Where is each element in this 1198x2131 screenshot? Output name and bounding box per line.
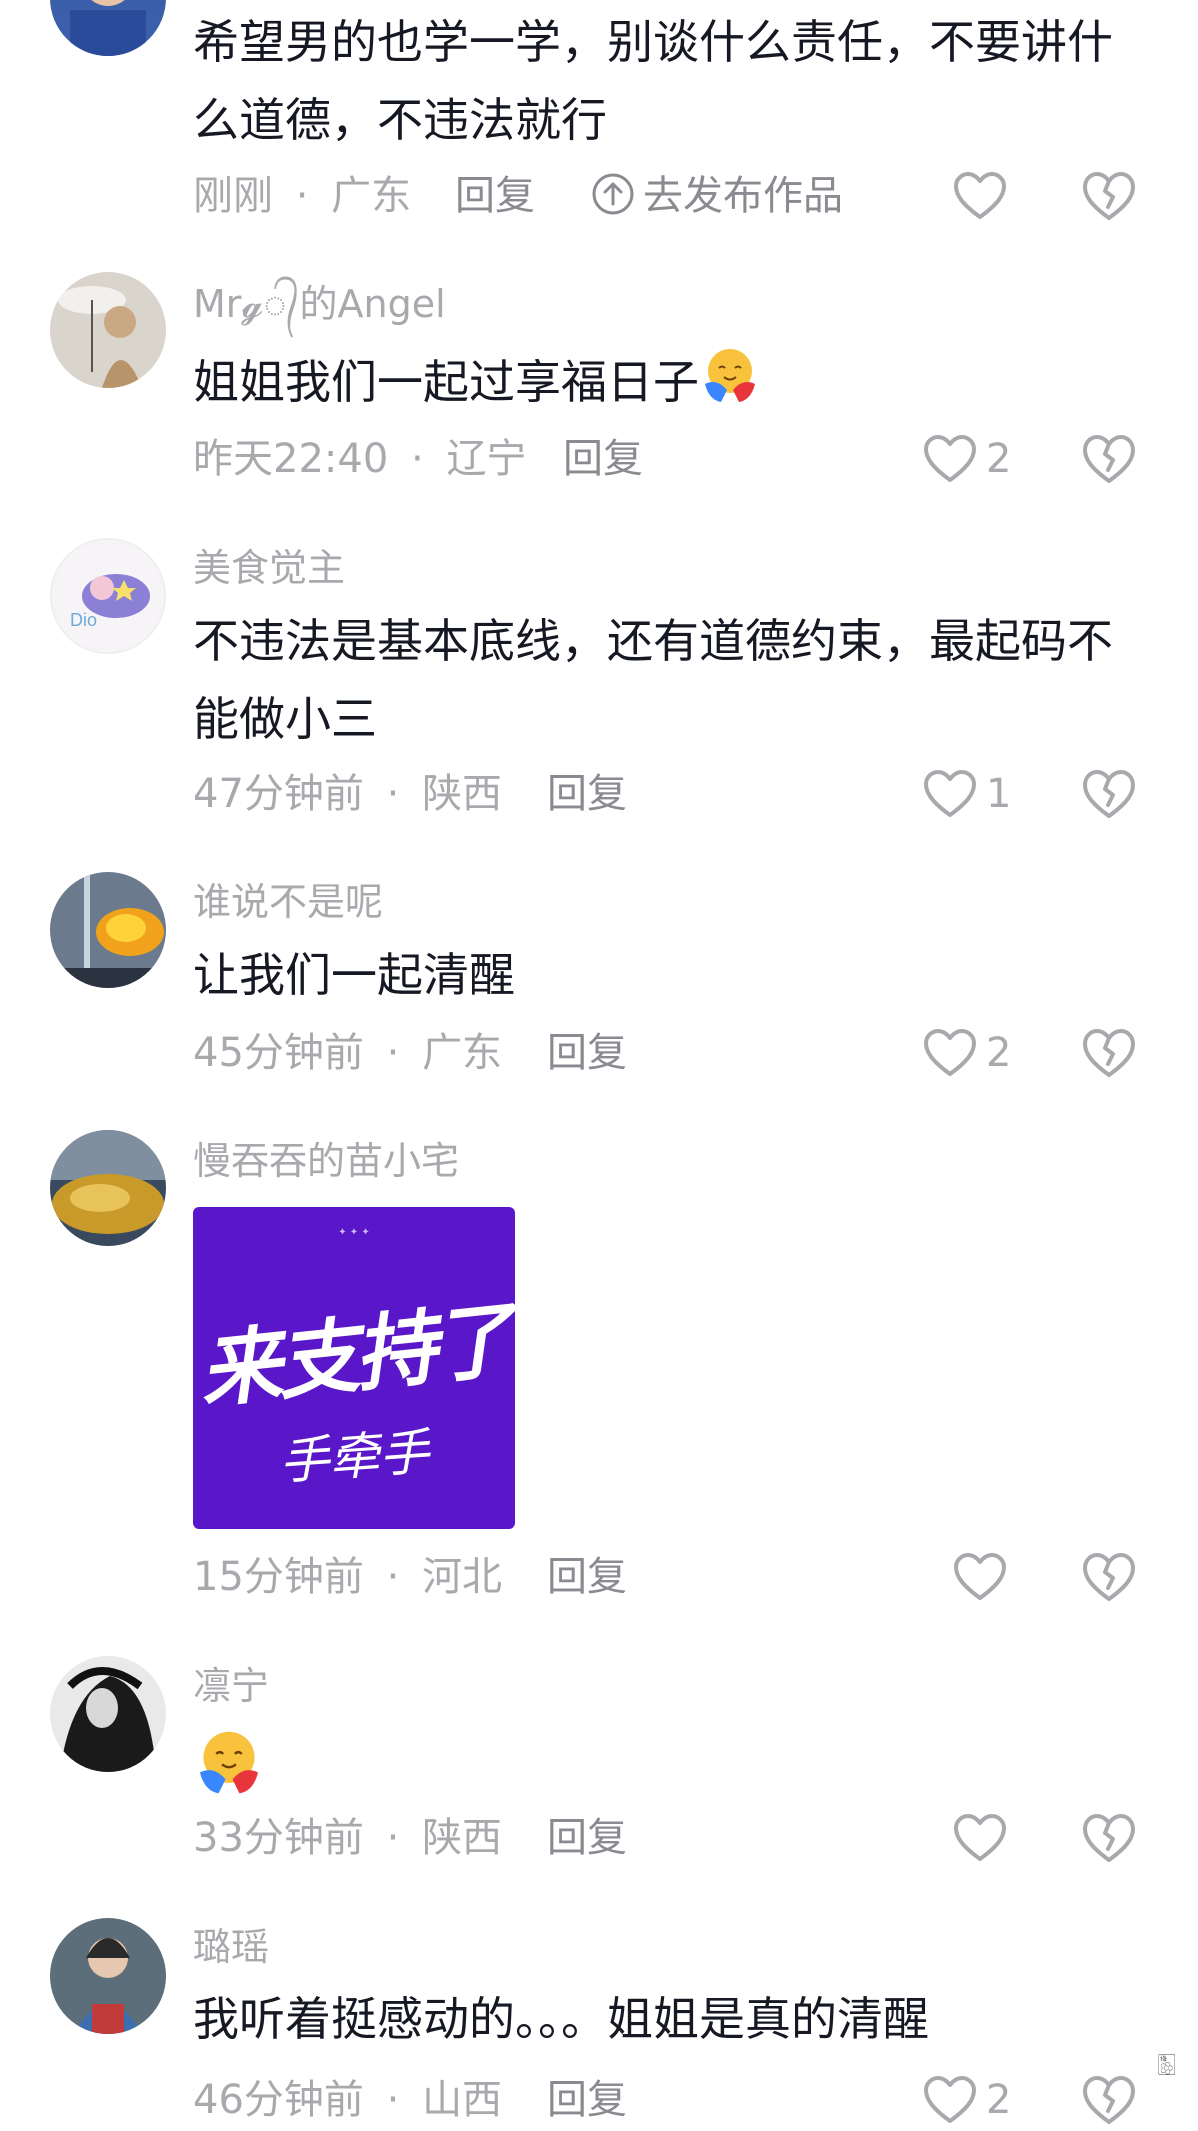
heart-icon (924, 435, 976, 482)
heart-icon (954, 172, 1006, 219)
comment-meta: 昨天22:40 · 辽宁 回复 (193, 429, 643, 489)
reply-button[interactable]: 回复 (547, 764, 627, 824)
comment-text: 我听着挺感动的。。。姐姐是真的清醒 (193, 1992, 929, 2046)
comment-text: 希望男的也学一学，别谈什么责任，不要讲什么道德，不违法就行 (193, 15, 1113, 147)
comment-location: 陕西 (422, 771, 503, 817)
comment-meta: 刚刚 · 广东 回复 去发布作品 (193, 166, 843, 226)
dislike-button[interactable] (1082, 1550, 1136, 1604)
username[interactable]: 璐瑶 (193, 1923, 269, 1971)
broken-heart-icon (1083, 1553, 1135, 1601)
meta-separator: · (411, 436, 424, 482)
comment-location: 陕西 (422, 1815, 503, 1861)
reply-button[interactable]: 回复 (547, 1023, 627, 1083)
comment-text: 不违法是基本底线，还有道德约束，最起码不能做小三 (193, 614, 1113, 746)
reply-button[interactable]: 回复 (547, 1808, 627, 1868)
heart-icon (954, 1553, 1006, 1600)
username[interactable]: 凛宁 (193, 1662, 269, 1710)
username[interactable]: 谁说不是呢 (193, 878, 383, 926)
comment-location: 山西 (422, 2077, 503, 2123)
like-count: 2 (986, 2077, 1012, 2123)
username[interactable]: Mr𝓰᭄的Angel (193, 280, 446, 328)
comment-text: 让我们一起清醒 (193, 948, 515, 1002)
user-avatar[interactable] (50, 1130, 166, 1246)
comment-time: 15分钟前 (193, 1554, 364, 1600)
heart-icon (924, 2076, 976, 2123)
comment-time: 47分钟前 (193, 771, 364, 817)
user-avatar[interactable] (50, 1918, 166, 2034)
comment-location: 广东 (422, 1030, 503, 1076)
reply-button[interactable]: 回复 (455, 166, 535, 226)
meta-separator: · (386, 1554, 400, 1600)
like-button[interactable]: 2 (922, 2070, 1011, 2130)
meta-separator: · (386, 2077, 400, 2123)
like-button[interactable]: 2 (922, 1023, 1011, 1083)
comment-time: 昨天22:40 (193, 436, 389, 482)
like-count: 2 (986, 1030, 1012, 1076)
dislike-button[interactable] (1082, 1026, 1136, 1080)
user-avatar[interactable] (50, 0, 166, 56)
broken-heart-icon (1083, 435, 1135, 483)
broken-heart-icon (1083, 1814, 1135, 1862)
comment-text-content: 姐姐我们一起过享福日子 (193, 355, 699, 409)
like-button[interactable]: 1 (922, 764, 1011, 824)
user-avatar[interactable] (50, 872, 166, 988)
broken-heart-icon (1083, 172, 1135, 220)
like-button[interactable]: 2 (922, 429, 1011, 489)
comment-time: 33分钟前 (193, 1815, 364, 1861)
broken-heart-icon (1083, 770, 1135, 818)
publish-work-label: 去发布作品 (643, 173, 843, 219)
comment-meta: 33分钟前 · 陕西 回复 (193, 1808, 627, 1868)
like-button[interactable] (952, 1547, 1016, 1607)
meta-separator: · (386, 1030, 400, 1076)
username[interactable]: 美食觉主 (193, 544, 345, 592)
broken-heart-icon (1083, 1029, 1135, 1077)
comment-meta: 15分钟前 · 河北 回复 (193, 1547, 627, 1607)
dislike-button[interactable] (1082, 169, 1136, 223)
username[interactable]: 慢吞吞的苗小宅 (193, 1137, 459, 1185)
user-avatar[interactable] (50, 1656, 166, 1772)
publish-work-button[interactable]: 去发布作品 (591, 166, 843, 226)
comment-time: 46分钟前 (193, 2077, 364, 2123)
like-button[interactable] (952, 166, 1016, 226)
comment-location: 辽宁 (446, 436, 527, 482)
comment-location: 广东 (331, 173, 412, 219)
comment-meta: 45分钟前 · 广东 回复 (193, 1023, 627, 1083)
broken-heart-icon (1083, 2076, 1135, 2124)
dislike-button[interactable] (1082, 2073, 1136, 2127)
comment-text: 姐姐我们一起过享福日子 (193, 343, 1133, 421)
svg-text:Dio: Dio (70, 610, 97, 630)
comment-time: 45分钟前 (193, 1030, 364, 1076)
hug-emoji-icon (199, 1731, 259, 1794)
heart-icon (924, 770, 976, 817)
upload-arrow-icon (592, 173, 634, 215)
user-avatar[interactable] (50, 272, 166, 388)
dislike-button[interactable] (1082, 1811, 1136, 1865)
reply-button[interactable]: 回复 (563, 429, 643, 489)
watermark-glyph: 🀢 (1158, 2052, 1176, 2077)
hug-emoji-icon (705, 349, 755, 402)
like-button[interactable] (952, 1808, 1016, 1868)
heart-icon (924, 1029, 976, 1076)
comment-meta: 47分钟前 · 陕西 回复 (193, 764, 627, 824)
comment-location: 河北 (422, 1554, 503, 1600)
like-count: 1 (986, 771, 1012, 817)
like-count: 2 (986, 436, 1012, 482)
heart-icon (954, 1814, 1006, 1861)
sticker-caption: ✦ ✦ ✦ (338, 1227, 370, 1238)
comment-time: 刚刚 (193, 173, 273, 219)
user-avatar[interactable]: Dio (50, 538, 166, 654)
meta-separator: · (386, 1815, 400, 1861)
dislike-button[interactable] (1082, 432, 1136, 486)
reply-button[interactable]: 回复 (547, 1547, 627, 1607)
sticker-title: 来支持了 (194, 1291, 515, 1421)
comment-meta: 46分钟前 · 山西 回复 (193, 2070, 627, 2130)
dislike-button[interactable] (1082, 767, 1136, 821)
reply-button[interactable]: 回复 (547, 2070, 627, 2130)
meta-separator: · (386, 771, 400, 817)
meta-separator: · (295, 173, 309, 219)
sticker-image[interactable]: ✦ ✦ ✦ 来支持了 手牵手 (193, 1207, 515, 1529)
